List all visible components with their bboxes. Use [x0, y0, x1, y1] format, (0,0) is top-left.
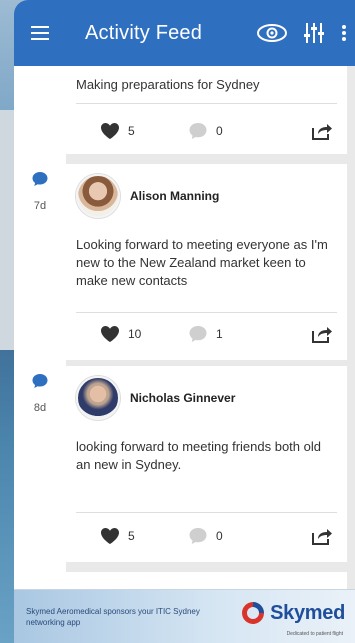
post-card: Alison Manning Looking forward to meetin… [66, 164, 347, 360]
like-button[interactable]: 5 [100, 122, 135, 140]
post-text: looking forward to meeting friends both … [76, 439, 321, 472]
comment-button[interactable]: 1 [188, 325, 223, 343]
author-name[interactable]: Alison Manning [130, 189, 219, 203]
sponsor-message: Skymed Aeromedical sponsors your ITIC Sy… [26, 607, 200, 627]
app-bar: Activity Feed [14, 0, 355, 66]
post-age: 8d [33, 402, 47, 414]
divider [76, 512, 337, 513]
post-card: Making preparations for Sydney 5 0 [66, 66, 347, 154]
avatar[interactable] [76, 376, 120, 420]
like-count: 10 [128, 327, 142, 341]
timeline-entry: 7d [14, 170, 66, 212]
activity-feed-list[interactable]: Making preparations for Sydney 5 0 Aliso… [66, 66, 355, 592]
like-button[interactable]: 5 [100, 527, 135, 545]
app-window: Activity Feed 7d 8d Making preparations … [14, 0, 355, 643]
share-icon [312, 327, 332, 343]
like-count: 5 [128, 529, 135, 543]
heart-icon [101, 326, 119, 342]
page-title: Activity Feed [85, 21, 203, 44]
comment-icon [189, 123, 207, 139]
timeline-rail: 7d 8d [14, 66, 66, 589]
menu-icon[interactable] [31, 26, 57, 40]
heart-icon [101, 123, 119, 139]
more-vertical-icon[interactable] [341, 24, 347, 42]
filter-sliders-icon[interactable] [303, 22, 325, 44]
sponsor-logo[interactable]: Skymed [240, 600, 345, 626]
comment-count: 0 [216, 124, 223, 138]
share-icon [312, 124, 332, 140]
divider [76, 103, 337, 104]
comment-button[interactable]: 0 [188, 527, 223, 545]
speech-bubble-icon [31, 170, 49, 188]
comment-icon [189, 528, 207, 544]
comment-count: 1 [216, 327, 223, 341]
like-button[interactable]: 10 [100, 325, 141, 343]
eye-icon[interactable] [257, 24, 287, 42]
like-count: 5 [128, 124, 135, 138]
divider [76, 312, 337, 313]
heart-icon [101, 528, 119, 544]
sponsor-tagline: Dedicated to patient flight [286, 631, 343, 637]
skymed-logo-icon [242, 602, 265, 624]
background-building [0, 110, 14, 350]
speech-bubble-icon [31, 372, 49, 390]
post-age: 7d [33, 200, 47, 212]
share-button[interactable] [311, 121, 333, 141]
post-card: Nicholas Ginnever looking forward to mee… [66, 366, 347, 562]
comment-icon [189, 326, 207, 342]
timeline-entry: 8d [14, 372, 66, 414]
comment-button[interactable]: 0 [188, 122, 223, 140]
share-button[interactable] [311, 526, 333, 546]
sponsor-logo-text: Skymed [270, 601, 345, 624]
avatar[interactable] [76, 174, 120, 218]
comment-count: 0 [216, 529, 223, 543]
post-text: Looking forward to meeting everyone as I… [76, 237, 328, 288]
share-icon [312, 529, 332, 545]
sponsor-banner[interactable]: Skymed Aeromedical sponsors your ITIC Sy… [14, 589, 355, 643]
post-text: Making preparations for Sydney [76, 77, 260, 92]
author-name[interactable]: Nicholas Ginnever [130, 391, 235, 405]
share-button[interactable] [311, 324, 333, 344]
